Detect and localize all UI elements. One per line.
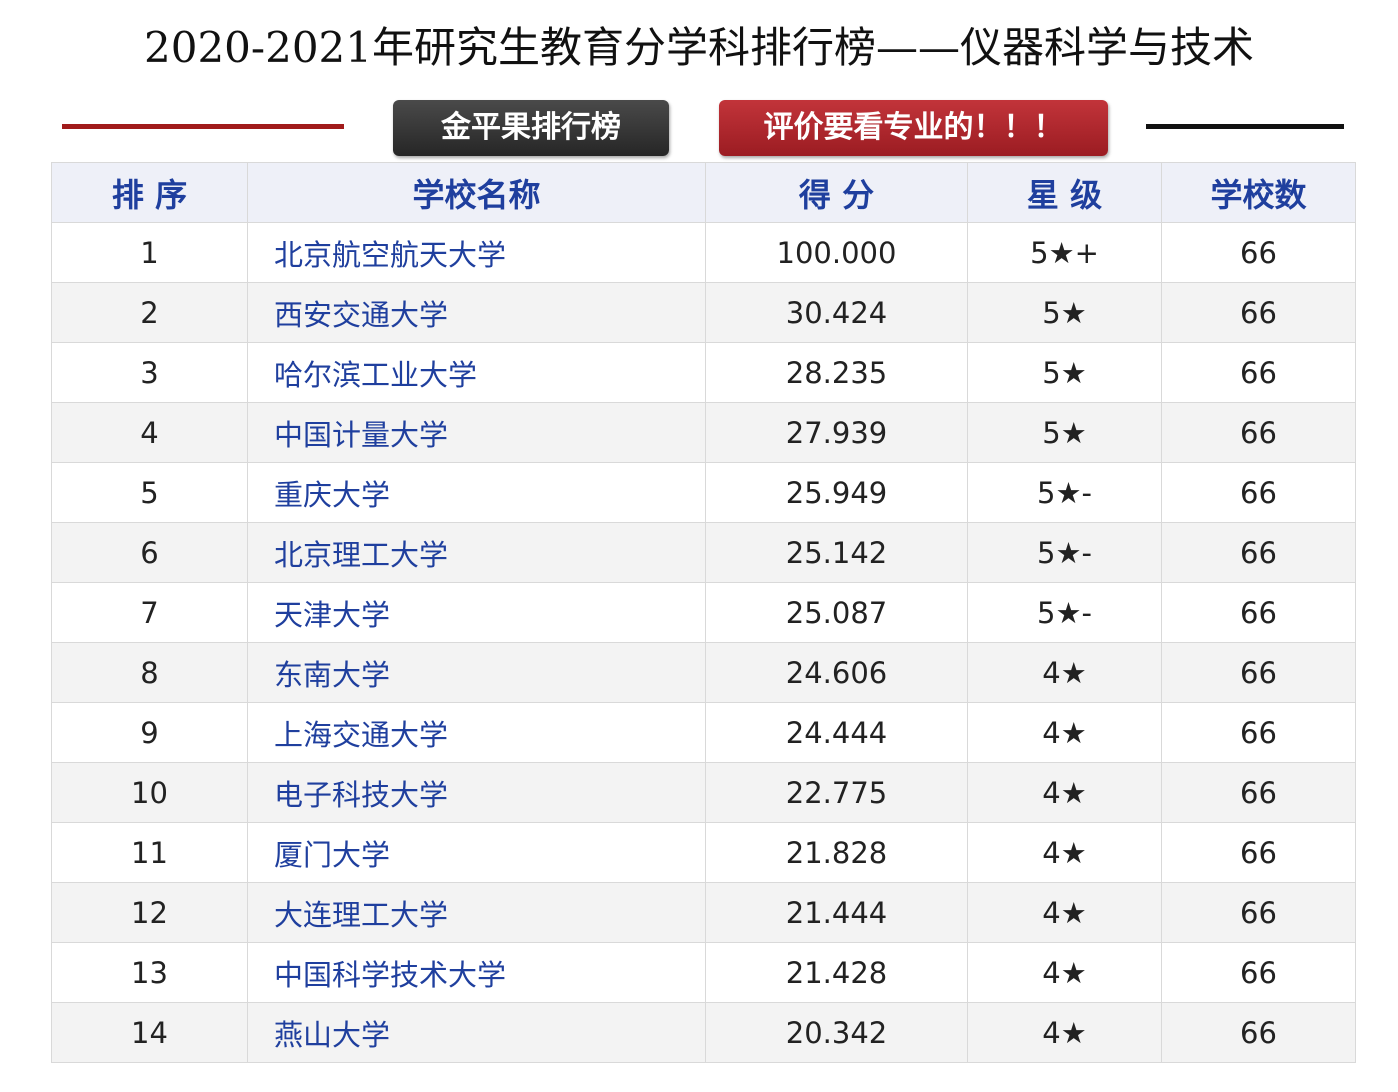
- rank-cell: 7: [51, 582, 248, 643]
- table-row: 12 大连理工大学 21.444 4★ 66: [51, 882, 1356, 943]
- school-name-cell: 中国计量大学: [247, 402, 706, 463]
- star-rating-cell: 5★: [967, 342, 1162, 403]
- star-rating-cell: 5★+: [967, 222, 1162, 283]
- school-count-cell: 66: [1161, 1002, 1356, 1063]
- star-rating-cell: 4★: [967, 642, 1162, 703]
- rank-cell: 11: [51, 822, 248, 883]
- school-name-cell: 中国科学技术大学: [247, 942, 706, 1003]
- school-count-cell: 66: [1161, 402, 1356, 463]
- score-cell: 25.949: [705, 462, 968, 523]
- star-rating-cell: 4★: [967, 762, 1162, 823]
- rank-cell: 14: [51, 1002, 248, 1063]
- table-row: 8 东南大学 24.606 4★ 66: [51, 642, 1356, 703]
- rank-cell: 2: [51, 282, 248, 343]
- rank-cell: 1: [51, 222, 248, 283]
- score-cell: 27.939: [705, 402, 968, 463]
- school-name-cell: 东南大学: [247, 642, 706, 703]
- page-title: 2020-2021年研究生教育分学科排行榜——仪器科学与技术: [144, 23, 1254, 72]
- star-rating-cell: 4★: [967, 882, 1162, 943]
- table-row: 9 上海交通大学 24.444 4★ 66: [51, 702, 1356, 763]
- score-cell: 21.444: [705, 882, 968, 943]
- table-row: 5 重庆大学 25.949 5★- 66: [51, 462, 1356, 523]
- ranking-table: 排 序 学校名称 得 分 星 级 学校数 1 北京航空航天大学 100.000 5★+…: [51, 162, 1356, 1063]
- score-cell: 28.235: [705, 342, 968, 403]
- school-count-cell: 66: [1161, 342, 1356, 403]
- score-cell: 21.428: [705, 942, 968, 1003]
- table-row: 3 哈尔滨工业大学 28.235 5★ 66: [51, 342, 1356, 403]
- score-cell: 25.087: [705, 582, 968, 643]
- column-header-rank: 排 序: [51, 162, 248, 223]
- rank-cell: 3: [51, 342, 248, 403]
- score-cell: 20.342: [705, 1002, 968, 1063]
- column-header-star: 星 级: [967, 162, 1162, 223]
- school-name-cell: 哈尔滨工业大学: [247, 342, 706, 403]
- school-name-cell: 西安交通大学: [247, 282, 706, 343]
- score-cell: 30.424: [705, 282, 968, 343]
- school-name-cell: 上海交通大学: [247, 702, 706, 763]
- brand-badge: 金平果排行榜: [393, 100, 669, 156]
- school-name-cell: 燕山大学: [247, 1002, 706, 1063]
- rank-cell: 6: [51, 522, 248, 583]
- school-count-cell: 66: [1161, 822, 1356, 883]
- school-name-cell: 北京理工大学: [247, 522, 706, 583]
- school-name-cell: 重庆大学: [247, 462, 706, 523]
- table-row: 14 燕山大学 20.342 4★ 66: [51, 1002, 1356, 1063]
- school-name-cell: 北京航空航天大学: [247, 222, 706, 283]
- school-count-cell: 66: [1161, 642, 1356, 703]
- score-cell: 100.000: [705, 222, 968, 283]
- table-row: 1 北京航空航天大学 100.000 5★+ 66: [51, 222, 1356, 283]
- column-header-school: 学校名称: [247, 162, 706, 223]
- star-rating-cell: 4★: [967, 942, 1162, 1003]
- table-row: 10 电子科技大学 22.775 4★ 66: [51, 762, 1356, 823]
- rank-cell: 9: [51, 702, 248, 763]
- star-rating-cell: 4★: [967, 1002, 1162, 1063]
- school-count-cell: 66: [1161, 942, 1356, 1003]
- school-name-cell: 大连理工大学: [247, 882, 706, 943]
- rank-cell: 13: [51, 942, 248, 1003]
- table-row: 7 天津大学 25.087 5★- 66: [51, 582, 1356, 643]
- score-cell: 24.444: [705, 702, 968, 763]
- column-header-count: 学校数: [1161, 162, 1356, 223]
- school-name-cell: 电子科技大学: [247, 762, 706, 823]
- table-row: 6 北京理工大学 25.142 5★- 66: [51, 522, 1356, 583]
- column-header-score: 得 分: [705, 162, 968, 223]
- star-rating-cell: 4★: [967, 822, 1162, 883]
- school-count-cell: 66: [1161, 282, 1356, 343]
- rank-cell: 12: [51, 882, 248, 943]
- rank-cell: 4: [51, 402, 248, 463]
- star-rating-cell: 5★-: [967, 462, 1162, 523]
- table-body: 1 北京航空航天大学 100.000 5★+ 66 2 西安交通大学 30.424 5★ 66 3 哈…: [51, 222, 1356, 1063]
- school-count-cell: 66: [1161, 522, 1356, 583]
- star-rating-cell: 5★-: [967, 522, 1162, 583]
- score-cell: 25.142: [705, 522, 968, 583]
- star-rating-cell: 5★: [967, 402, 1162, 463]
- school-count-cell: 66: [1161, 582, 1356, 643]
- school-count-cell: 66: [1161, 702, 1356, 763]
- school-count-cell: 66: [1161, 882, 1356, 943]
- star-rating-cell: 5★: [967, 282, 1162, 343]
- score-cell: 21.828: [705, 822, 968, 883]
- rank-cell: 10: [51, 762, 248, 823]
- table-header-row: 排 序 学校名称 得 分 星 级 学校数: [51, 162, 1356, 223]
- school-count-cell: 66: [1161, 462, 1356, 523]
- table-row: 11 厦门大学 21.828 4★ 66: [51, 822, 1356, 883]
- school-name-cell: 厦门大学: [247, 822, 706, 883]
- school-name-cell: 天津大学: [247, 582, 706, 643]
- school-count-cell: 66: [1161, 222, 1356, 283]
- slogan-badge: 评价要看专业的！！！: [719, 100, 1108, 156]
- rank-cell: 5: [51, 462, 248, 523]
- rank-cell: 8: [51, 642, 248, 703]
- score-cell: 24.606: [705, 642, 968, 703]
- star-rating-cell: 5★-: [967, 582, 1162, 643]
- table-row: 13 中国科学技术大学 21.428 4★ 66: [51, 942, 1356, 1003]
- table-row: 2 西安交通大学 30.424 5★ 66: [51, 282, 1356, 343]
- table-row: 4 中国计量大学 27.939 5★ 66: [51, 402, 1356, 463]
- school-count-cell: 66: [1161, 762, 1356, 823]
- star-rating-cell: 4★: [967, 702, 1162, 763]
- decorative-rule-left: [62, 124, 344, 129]
- score-cell: 22.775: [705, 762, 968, 823]
- decorative-rule-right: [1146, 124, 1344, 129]
